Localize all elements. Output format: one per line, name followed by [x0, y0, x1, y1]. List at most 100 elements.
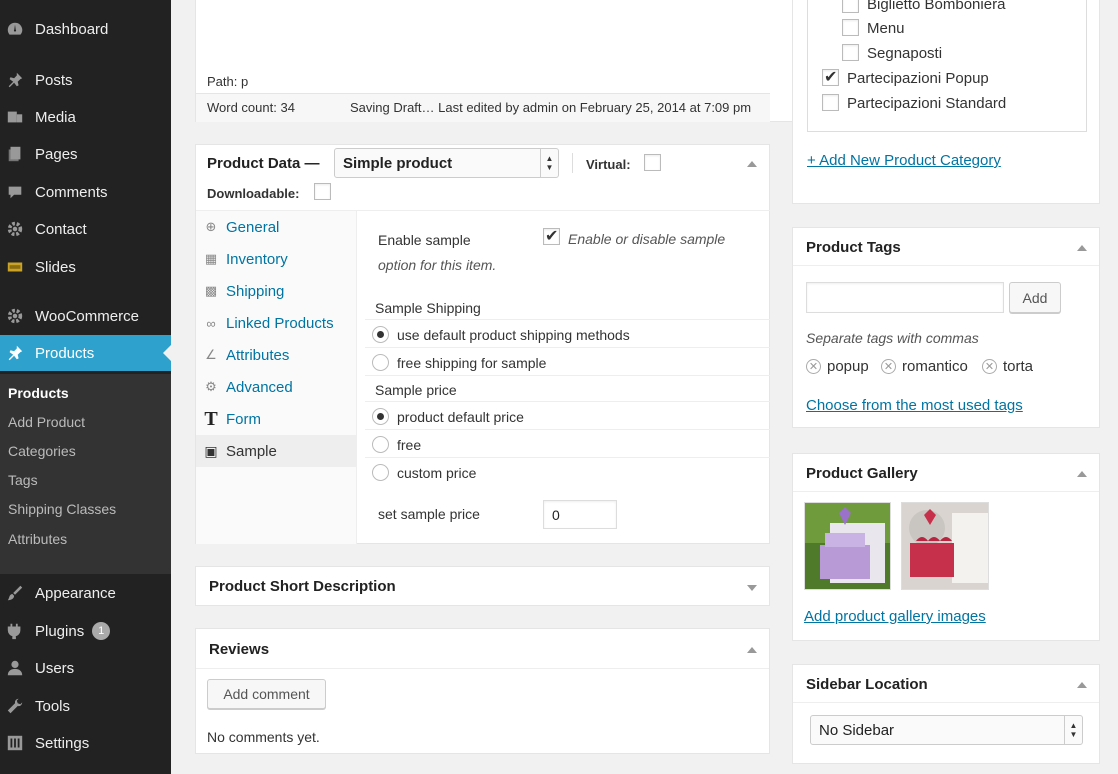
menu-appearance[interactable]: Appearance	[0, 575, 171, 611]
new-tag-input[interactable]	[806, 282, 1004, 313]
submenu-shipping-classes[interactable]: Shipping Classes	[8, 501, 116, 517]
products-submenu: Products Add Product Categories Tags Shi…	[0, 374, 171, 574]
product-categories-box: Biglietto Bomboniera Menu Segnaposti Par…	[792, 0, 1100, 204]
divider	[196, 668, 769, 669]
menu-users[interactable]: Users	[0, 650, 171, 686]
sliders-icon: ⊕	[205, 219, 217, 234]
collapse-arrow-icon[interactable]	[1077, 245, 1087, 251]
select-arrows-icon: ▲ ▼	[540, 149, 558, 177]
category-checkbox[interactable]	[842, 0, 859, 13]
tab-shipping[interactable]: ▩ Shipping	[196, 275, 357, 307]
downloadable-label: Downloadable:	[207, 186, 300, 201]
slides-icon	[5, 257, 25, 277]
product-type-value: Simple product	[343, 154, 453, 172]
sidebar-location-select[interactable]: No Sidebar ▲ ▼	[810, 715, 1083, 745]
category-checkbox[interactable]	[842, 19, 859, 36]
product-tags-title: Product Tags	[806, 239, 901, 256]
shipping-free-radio[interactable]	[372, 354, 389, 371]
submenu-attributes[interactable]: Attributes	[8, 531, 67, 547]
add-gallery-images-link[interactable]: Add product gallery images	[804, 608, 986, 625]
downloadable-checkbox[interactable]	[314, 183, 331, 200]
price-default-radio[interactable]	[372, 408, 389, 425]
tab-inventory[interactable]: ▦ Inventory	[196, 243, 357, 275]
collapse-arrow-icon[interactable]	[747, 647, 757, 653]
gallery-image[interactable]	[804, 502, 891, 590]
tab-linked-products[interactable]: ∞ Linked Products	[196, 307, 357, 339]
menu-label: Slides	[35, 258, 76, 276]
tab-general[interactable]: ⊕ General	[196, 211, 357, 243]
menu-label: Products	[35, 344, 95, 362]
menu-woocommerce[interactable]: WooCommerce	[0, 298, 171, 334]
pages-icon	[5, 144, 25, 164]
tab-advanced[interactable]: ⚙ Advanced	[196, 371, 357, 403]
menu-plugins[interactable]: Plugins 1	[0, 613, 171, 649]
expand-arrow-icon[interactable]	[747, 585, 757, 591]
add-tag-button[interactable]: Add	[1009, 282, 1061, 313]
truck-icon: ▩	[204, 283, 218, 298]
category-checkbox[interactable]	[822, 67, 839, 87]
collapse-arrow-icon[interactable]	[747, 161, 757, 167]
tab-attributes[interactable]: ∠ Attributes	[196, 339, 357, 371]
price-custom-radio[interactable]	[372, 464, 389, 481]
menu-tools[interactable]: Tools	[0, 688, 171, 724]
menu-posts[interactable]: Posts	[0, 62, 171, 98]
submenu-products[interactable]: Products	[8, 385, 69, 401]
wrench-icon	[5, 696, 25, 716]
add-comment-button[interactable]: Add comment	[207, 679, 326, 709]
virtual-checkbox[interactable]	[644, 154, 661, 171]
sample-price-input[interactable]: 0	[543, 500, 617, 529]
menu-label: Plugins	[35, 622, 85, 640]
category-label: Menu	[867, 20, 905, 37]
menu-dashboard[interactable]: Dashboard	[0, 11, 171, 47]
editor-content-area[interactable]	[196, 0, 792, 68]
choose-most-used-tags-link[interactable]: Choose from the most used tags	[806, 397, 1023, 414]
tab-label: Form	[226, 410, 261, 428]
collapse-arrow-icon[interactable]	[1077, 682, 1087, 688]
product-data-tabs: ⊕ General ▦ Inventory ▩ Shipping ∞ Linke…	[196, 210, 357, 544]
tag-item: ✕ torta	[982, 358, 1033, 375]
add-new-category-link[interactable]: + Add New Product Category	[807, 152, 1001, 169]
gear-icon: ⚙	[205, 379, 217, 394]
set-sample-price-label: set sample price	[378, 506, 480, 522]
price-option-row: product default price	[365, 401, 770, 429]
no-comments-text: No comments yet.	[207, 729, 320, 745]
category-label: Partecipazioni Popup	[847, 70, 989, 87]
menu-comments[interactable]: Comments	[0, 174, 171, 210]
submenu-tags[interactable]: Tags	[8, 472, 38, 488]
gallery-image[interactable]	[901, 502, 989, 590]
enable-sample-checkbox[interactable]	[543, 226, 560, 246]
menu-label: Users	[35, 659, 75, 677]
category-checkbox[interactable]	[842, 44, 859, 61]
divider	[793, 491, 1099, 492]
tag-label: popup	[827, 358, 869, 375]
submenu-add-product[interactable]: Add Product	[8, 414, 85, 430]
menu-products[interactable]: Products	[0, 335, 171, 371]
category-checklist: Biglietto Bomboniera Menu Segnaposti Par…	[807, 0, 1087, 132]
bag-icon: ▣	[204, 442, 218, 459]
price-option-row: custom price	[365, 457, 770, 485]
price-free-radio[interactable]	[372, 436, 389, 453]
remove-tag-icon[interactable]: ✕	[806, 359, 821, 374]
menu-label: Comments	[35, 183, 108, 201]
menu-media[interactable]: Media	[0, 99, 171, 135]
enable-sample-description: Enable or disable sample	[568, 231, 726, 247]
remove-tag-icon[interactable]: ✕	[881, 359, 896, 374]
submenu-categories[interactable]: Categories	[8, 443, 76, 459]
divider	[572, 153, 573, 173]
remove-tag-icon[interactable]: ✕	[982, 359, 997, 374]
collapse-arrow-icon[interactable]	[1077, 471, 1087, 477]
category-checkbox[interactable]	[822, 94, 839, 111]
product-type-select[interactable]: Simple product ▲ ▼	[334, 148, 559, 178]
menu-pages[interactable]: Pages	[0, 136, 171, 172]
gear-icon	[5, 219, 25, 239]
reviews-title: Reviews	[209, 641, 270, 658]
tab-sample[interactable]: ▣ Sample	[196, 435, 357, 467]
shipping-default-radio[interactable]	[372, 326, 389, 343]
select-arrows-icon: ▲ ▼	[1064, 716, 1082, 744]
tab-form[interactable]: T Form	[196, 403, 357, 435]
shipping-default-label: use default product shipping methods	[397, 327, 630, 343]
menu-settings[interactable]: Settings	[0, 725, 171, 761]
menu-contact[interactable]: Contact	[0, 211, 171, 247]
tab-label: Linked Products	[226, 314, 334, 332]
menu-slides[interactable]: Slides	[0, 249, 171, 285]
